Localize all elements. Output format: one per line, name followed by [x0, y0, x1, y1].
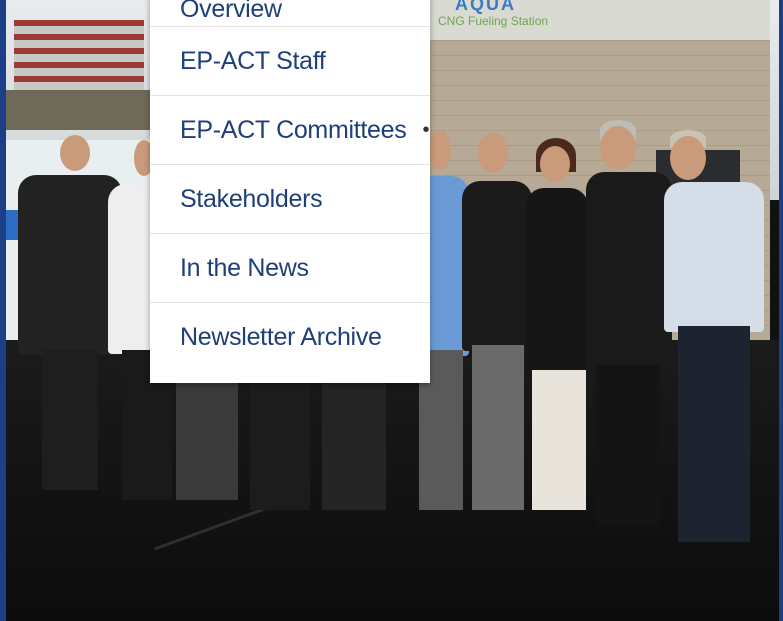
- fence: [6, 90, 156, 130]
- menu-item-newsletter-archive[interactable]: Newsletter Archive: [150, 302, 430, 371]
- menu-item-ep-act-staff[interactable]: EP-ACT Staff: [150, 26, 430, 95]
- station-sign-logo: AQUA: [455, 0, 516, 14]
- menu-item-label: EP-ACT Committees: [180, 115, 407, 144]
- menu-item-label: EP-ACT Staff: [180, 46, 326, 75]
- menu-item-overview[interactable]: Overview: [150, 0, 430, 26]
- right-edge-band: [779, 0, 783, 621]
- menu-item-stakeholders[interactable]: Stakeholders: [150, 164, 430, 233]
- station-sign-text: CNG Fueling Station: [438, 14, 549, 28]
- menu-item-label: In the News: [180, 253, 309, 282]
- menu-item-label: Stakeholders: [180, 184, 323, 213]
- dropdown-menu: Overview EP-ACT Staff EP-ACT Committees …: [150, 0, 430, 383]
- container-stack: [14, 20, 144, 90]
- menu-item-in-the-news[interactable]: In the News: [150, 233, 430, 302]
- menu-item-ep-act-committees[interactable]: EP-ACT Committees •: [150, 95, 430, 164]
- left-edge-band: [0, 0, 6, 621]
- menu-item-label: Overview: [180, 0, 282, 23]
- submenu-indicator-icon: •: [422, 118, 430, 141]
- menu-item-label: Newsletter Archive: [180, 322, 382, 351]
